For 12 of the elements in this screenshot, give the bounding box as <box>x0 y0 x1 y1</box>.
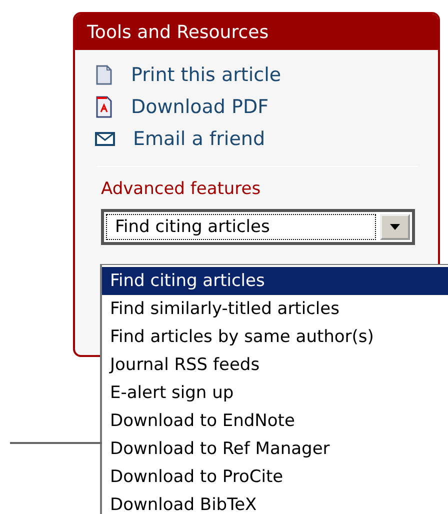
section-label: Advanced features <box>101 179 262 199</box>
panel-title: Tools and Resources <box>75 14 438 50</box>
tool-link[interactable]: Print this article <box>95 64 438 86</box>
tool-link[interactable]: Email a friend <box>95 128 438 150</box>
dropdown-button[interactable] <box>380 214 410 240</box>
document-icon <box>95 65 113 85</box>
features-dropdown[interactable]: Find citing articles <box>101 209 415 245</box>
envelope-icon <box>95 132 115 146</box>
pdf-icon <box>95 96 113 118</box>
dropdown-option[interactable]: Find citing articles <box>102 267 448 295</box>
tool-link[interactable]: Download PDF <box>95 96 438 118</box>
caret-icon <box>390 224 400 230</box>
